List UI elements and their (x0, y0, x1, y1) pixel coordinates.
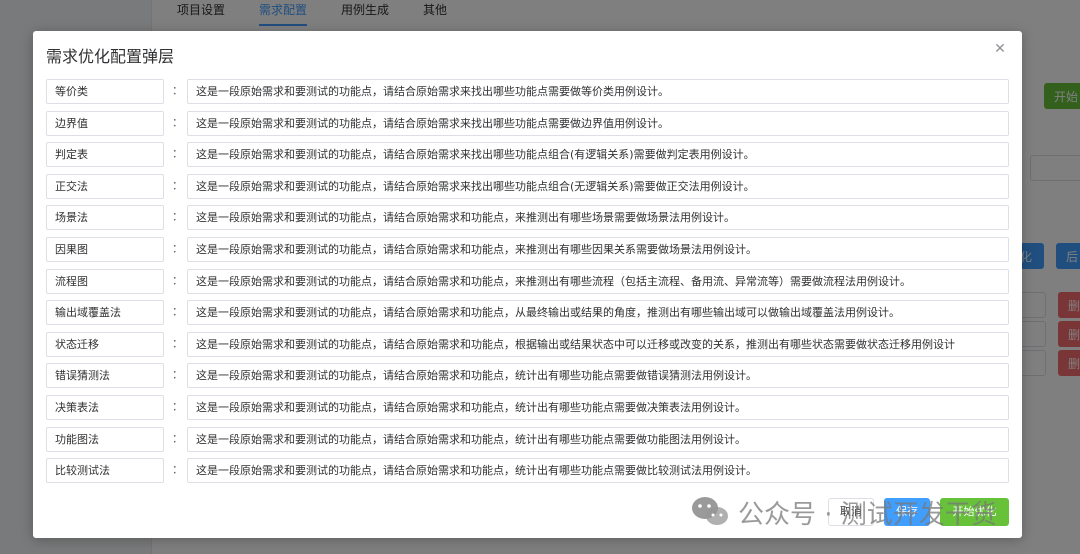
colon-separator: ： (172, 84, 183, 97)
config-row: 流程图 ： 这是一段原始需求和要测试的功能点，请结合原始需求和功能点，来推测出有哪些… (46, 268, 1009, 294)
config-row: 边界值 ： 这是一段原始需求和要测试的功能点，请结合原始需求来找出哪些功能点需要做边… (46, 110, 1009, 136)
colon-separator: ： (172, 147, 183, 161)
colon-separator: ： (172, 115, 183, 129)
method-label: 正交法 (46, 173, 164, 199)
colon-separator: ： (172, 178, 183, 192)
config-row: 因果图 ： 这是一段原始需求和要测试的功能点，请结合原始需求和功能点，来推测出有哪些… (46, 236, 1009, 262)
colon-separator: ： (172, 368, 183, 382)
config-row: 场景法 ： 这是一段原始需求和要测试的功能点，请结合原始需求和功能点，来推测出有哪些… (46, 205, 1009, 231)
prompt-input[interactable]: 这是一段原始需求和要测试的功能点，请结合原始需求和功能点，统计出有哪些功能点需要… (187, 394, 1009, 420)
colon-separator: ： (172, 399, 183, 413)
method-label: 等价类 (46, 79, 164, 104)
method-label: 场景法 (46, 205, 164, 231)
config-row: 比较测试法 ： 这是一段原始需求和要测试的功能点，请结合原始需求和功能点，统计出有哪… (46, 458, 1009, 484)
prompt-input[interactable]: 这是一段原始需求和要测试的功能点，请结合原始需求和功能点，统计出有哪些功能点需要… (187, 363, 1009, 389)
requirement-optimize-dialog: 需求优化配置弹层 ✕ 等价类 ： 这是一段原始需求和要测试的功能点，请结合原始需求来… (33, 31, 1022, 538)
method-label: 输出域覆盖法 (46, 300, 164, 326)
colon-separator: ： (172, 336, 183, 350)
prompt-input[interactable]: 这是一段原始需求和要测试的功能点，请结合原始需求和功能点，从最终输出或结果的角度… (187, 300, 1009, 326)
colon-separator: ： (172, 431, 183, 445)
colon-separator: ： (172, 305, 183, 319)
method-label: 错误猜测法 (46, 363, 164, 389)
config-row: 等价类 ： 这是一段原始需求和要测试的功能点，请结合原始需求来找出哪些功能点需要做等… (46, 79, 1009, 104)
colon-separator: ： (172, 210, 183, 224)
save-button[interactable]: 保存 (884, 498, 930, 526)
config-row: 决策表法 ： 这是一段原始需求和要测试的功能点，请结合原始需求和功能点，统计出有哪些… (46, 394, 1009, 420)
method-label: 决策表法 (46, 394, 164, 420)
colon-separator: ： (172, 463, 183, 477)
config-row: 正交法 ： 这是一段原始需求和要测试的功能点，请结合原始需求来找出哪些功能点组合(无… (46, 173, 1009, 199)
config-rows: 等价类 ： 这是一段原始需求和要测试的功能点，请结合原始需求来找出哪些功能点需要做等… (46, 79, 1009, 490)
method-label: 因果图 (46, 236, 164, 262)
config-row: 错误猜测法 ： 这是一段原始需求和要测试的功能点，请结合原始需求和功能点，统计出有哪… (46, 363, 1009, 389)
config-row: 输出域覆盖法 ： 这是一段原始需求和要测试的功能点，请结合原始需求和功能点，从最终输… (46, 300, 1009, 326)
close-icon[interactable]: ✕ (992, 41, 1008, 57)
dialog-title: 需求优化配置弹层 (46, 47, 175, 66)
prompt-input[interactable]: 这是一段原始需求和要测试的功能点，请结合原始需求和功能点，来推测出有哪些因果关系… (187, 236, 1009, 262)
prompt-input[interactable]: 这是一段原始需求和要测试的功能点，请结合原始需求来找出哪些功能点组合(无逻辑关系… (187, 173, 1009, 199)
config-row: 功能图法 ： 这是一段原始需求和要测试的功能点，请结合原始需求和功能点，统计出有哪些… (46, 426, 1009, 452)
prompt-input[interactable]: 这是一段原始需求和要测试的功能点，请结合原始需求和功能点，来推测出有哪些场景需要… (187, 205, 1009, 231)
cancel-button[interactable]: 取消 (828, 498, 874, 526)
prompt-input[interactable]: 这是一段原始需求和要测试的功能点，请结合原始需求和功能点，统计出有哪些功能点需要… (187, 426, 1009, 452)
prompt-input[interactable]: 这是一段原始需求和要测试的功能点，请结合原始需求来找出哪些功能点需要做等价类用例… (187, 79, 1009, 104)
method-label: 状态迁移 (46, 331, 164, 357)
prompt-input[interactable]: 这是一段原始需求和要测试的功能点，请结合原始需求来找出哪些功能点组合(有逻辑关系… (187, 142, 1009, 168)
method-label: 流程图 (46, 268, 164, 294)
prompt-input[interactable]: 这是一段原始需求和要测试的功能点，请结合原始需求来找出哪些功能点需要做边界值用例… (187, 110, 1009, 136)
method-label: 比较测试法 (46, 458, 164, 484)
prompt-input[interactable]: 这是一段原始需求和要测试的功能点，请结合原始需求和功能点，来推测出有哪些流程（包… (187, 268, 1009, 294)
colon-separator: ： (172, 273, 183, 287)
prompt-input[interactable]: 这是一段原始需求和要测试的功能点，请结合原始需求和功能点，统计出有哪些功能点需要… (187, 458, 1009, 484)
method-label: 边界值 (46, 110, 164, 136)
config-row: 状态迁移 ： 这是一段原始需求和要测试的功能点，请结合原始需求和功能点，根据输出或结… (46, 331, 1009, 357)
colon-separator: ： (172, 241, 183, 255)
method-label: 判定表 (46, 142, 164, 168)
prompt-input[interactable]: 这是一段原始需求和要测试的功能点，请结合原始需求和功能点，根据输出或结果状态中可… (187, 331, 1009, 357)
method-label: 功能图法 (46, 426, 164, 452)
config-row: 判定表 ： 这是一段原始需求和要测试的功能点，请结合原始需求来找出哪些功能点组合(有… (46, 142, 1009, 168)
start-optimize-button[interactable]: 开始优化 (940, 498, 1009, 526)
